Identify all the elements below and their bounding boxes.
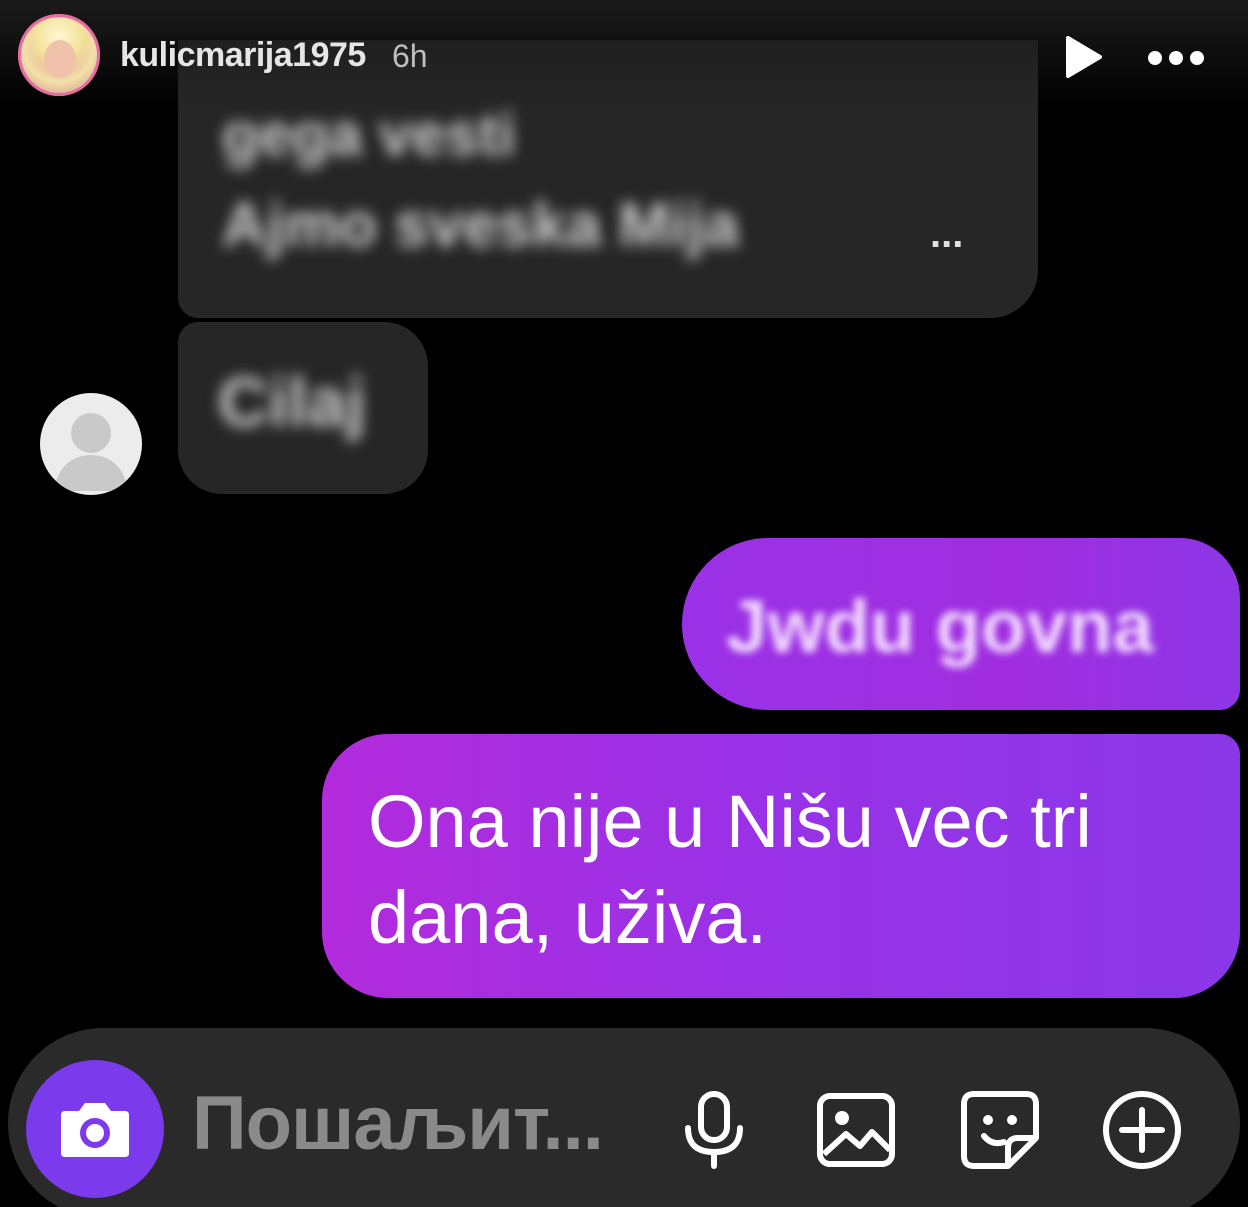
truncation-ellipsis: ...: [930, 212, 964, 256]
message-input[interactable]: Пошаљит...: [192, 1080, 604, 1167]
username[interactable]: kulicmarija1975: [120, 36, 366, 75]
received-message-text: Ajmo sveska Mija: [222, 191, 739, 260]
post-time: 6h: [392, 38, 428, 74]
sent-message-bubble: Jwdu govna: [682, 538, 1240, 710]
play-icon[interactable]: [1060, 34, 1106, 80]
avatar-face: [44, 40, 76, 78]
story-header: kulicmarija1975 6h: [0, 0, 1248, 110]
sent-message-text: Ona nije u Nišu vec tri dana, uživa.: [368, 780, 1092, 959]
received-message-text: gega vesti: [222, 101, 516, 168]
image-icon[interactable]: [814, 1088, 898, 1172]
sent-message-text: Jwdu govna: [726, 585, 1154, 668]
received-message-text: Cilaj: [218, 363, 366, 441]
default-user-icon: [54, 413, 128, 491]
sticker-icon[interactable]: [958, 1088, 1042, 1172]
microphone-icon[interactable]: [672, 1088, 756, 1172]
sent-message-bubble: Ona nije u Nišu vec tri dana, uživa.: [322, 734, 1240, 998]
more-horizontal-icon[interactable]: [1146, 38, 1206, 78]
profile-avatar[interactable]: [18, 14, 100, 96]
story-screen: kulicmarija1975 6h gega vesti Ajmo svesk…: [0, 0, 1248, 1207]
received-message-bubble: Cilaj: [178, 322, 428, 494]
sender-avatar: [40, 393, 142, 495]
plus-circle-icon[interactable]: [1100, 1088, 1184, 1172]
camera-icon: [61, 1103, 129, 1157]
camera-button[interactable]: [26, 1060, 164, 1198]
